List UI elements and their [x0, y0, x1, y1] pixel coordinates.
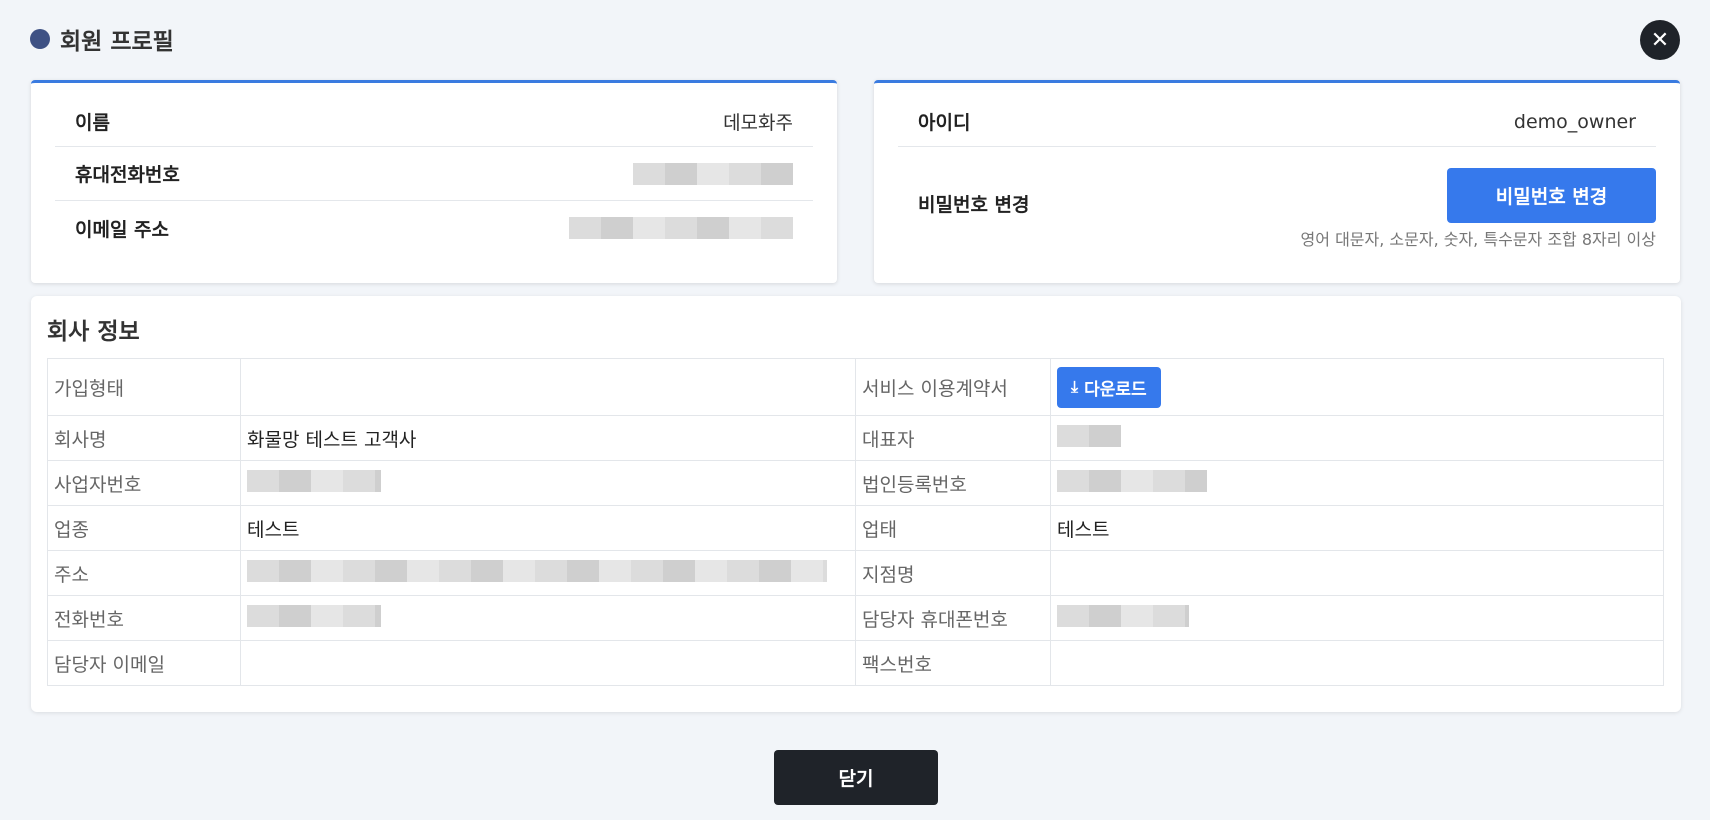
- member-info-card: 이름 데모화주 휴대전화번호 이메일 주소: [31, 80, 837, 283]
- table-row: 주소 지점명: [47, 550, 1664, 596]
- cell-label: 가입형태: [47, 358, 241, 416]
- table-row: 업종 테스트 업태 테스트: [47, 505, 1664, 551]
- name-label: 이름: [75, 112, 110, 134]
- account-card: 아이디 demo_owner 비밀번호 변경 비밀번호 변경 영어 대문자, 소…: [874, 80, 1680, 283]
- redacted-value: [247, 559, 827, 582]
- cell-value: [240, 358, 856, 416]
- title-dot-icon: [30, 29, 50, 49]
- cell-label: 서비스 이용계약서: [855, 358, 1051, 416]
- cell-label: 지점명: [855, 550, 1051, 596]
- download-button[interactable]: ⤓ 다운로드: [1057, 366, 1161, 408]
- id-label: 아이디: [918, 112, 971, 134]
- cell-value: [1050, 550, 1664, 596]
- close-footer-button[interactable]: 닫기: [774, 750, 938, 805]
- cell-label: 전화번호: [47, 595, 241, 641]
- table-row: 담당자 이메일 팩스번호: [47, 640, 1664, 686]
- table-row: 사업자번호 법인등록번호: [47, 460, 1664, 506]
- table-row: 전화번호 담당자 휴대폰번호: [47, 595, 1664, 641]
- cell-label: 대표자: [855, 415, 1051, 461]
- cell-value: [1050, 640, 1664, 686]
- cell-value: [1050, 595, 1664, 641]
- redacted-value: [247, 469, 381, 492]
- id-row: 아이디 demo_owner: [898, 97, 1656, 147]
- close-button[interactable]: ✕: [1640, 20, 1680, 60]
- phone-value-redacted: [633, 162, 793, 185]
- cell-value: [240, 640, 856, 686]
- cell-label: 회사명: [47, 415, 241, 461]
- table-row: 회사명 화물망 테스트 고객사 대표자: [47, 415, 1664, 461]
- cell-label: 업태: [855, 505, 1051, 551]
- cell-label: 업종: [47, 505, 241, 551]
- cell-value: [240, 550, 856, 596]
- cell-value: [1050, 415, 1664, 461]
- cell-value: ⤓ 다운로드: [1050, 358, 1664, 416]
- id-value: demo_owner: [1513, 110, 1636, 133]
- cell-label: 법인등록번호: [855, 460, 1051, 506]
- redacted-value: [1057, 424, 1121, 447]
- cell-label: 주소: [47, 550, 241, 596]
- phone-row: 휴대전화번호: [55, 147, 813, 201]
- cell-label: 사업자번호: [47, 460, 241, 506]
- redacted-value: [247, 604, 381, 627]
- company-title: 회사 정보: [47, 319, 140, 345]
- email-row: 이메일 주소: [55, 201, 813, 255]
- company-info-card: 회사 정보 가입형태 서비스 이용계약서 ⤓ 다운로드 회사명 화물망 테스트 …: [31, 296, 1681, 712]
- cell-label: 담당자 휴대폰번호: [855, 595, 1051, 641]
- redacted-value: [1057, 469, 1207, 492]
- download-label: 다운로드: [1084, 379, 1147, 400]
- name-row: 이름 데모화주: [55, 97, 813, 147]
- download-icon: ⤓: [1071, 377, 1079, 396]
- cell-value: [1050, 460, 1664, 506]
- name-value: 데모화주: [723, 112, 793, 134]
- email-value-redacted: [569, 217, 793, 239]
- redacted-value: [1057, 604, 1189, 627]
- cell-label: 팩스번호: [855, 640, 1051, 686]
- email-label: 이메일 주소: [75, 218, 170, 241]
- cell-label: 담당자 이메일: [47, 640, 241, 686]
- cell-value: 테스트: [240, 505, 856, 551]
- company-info-table: 가입형태 서비스 이용계약서 ⤓ 다운로드 회사명 화물망 테스트 고객사 대표…: [47, 358, 1664, 686]
- change-password-button[interactable]: 비밀번호 변경: [1447, 168, 1656, 223]
- close-icon: ✕: [1650, 27, 1670, 53]
- phone-label: 휴대전화번호: [75, 164, 180, 186]
- modal-header: 회원 프로필: [30, 22, 174, 56]
- table-row: 가입형태 서비스 이용계약서 ⤓ 다운로드: [47, 358, 1664, 416]
- modal-title: 회원 프로필: [60, 29, 174, 55]
- password-hint: 영어 대문자, 소문자, 숫자, 특수문자 조합 8자리 이상: [1300, 230, 1656, 249]
- cell-value: [240, 595, 856, 641]
- cell-value: 테스트: [1050, 505, 1664, 551]
- password-label: 비밀번호 변경: [918, 193, 1030, 216]
- cell-value: 화물망 테스트 고객사: [240, 415, 856, 461]
- cell-value: [240, 460, 856, 506]
